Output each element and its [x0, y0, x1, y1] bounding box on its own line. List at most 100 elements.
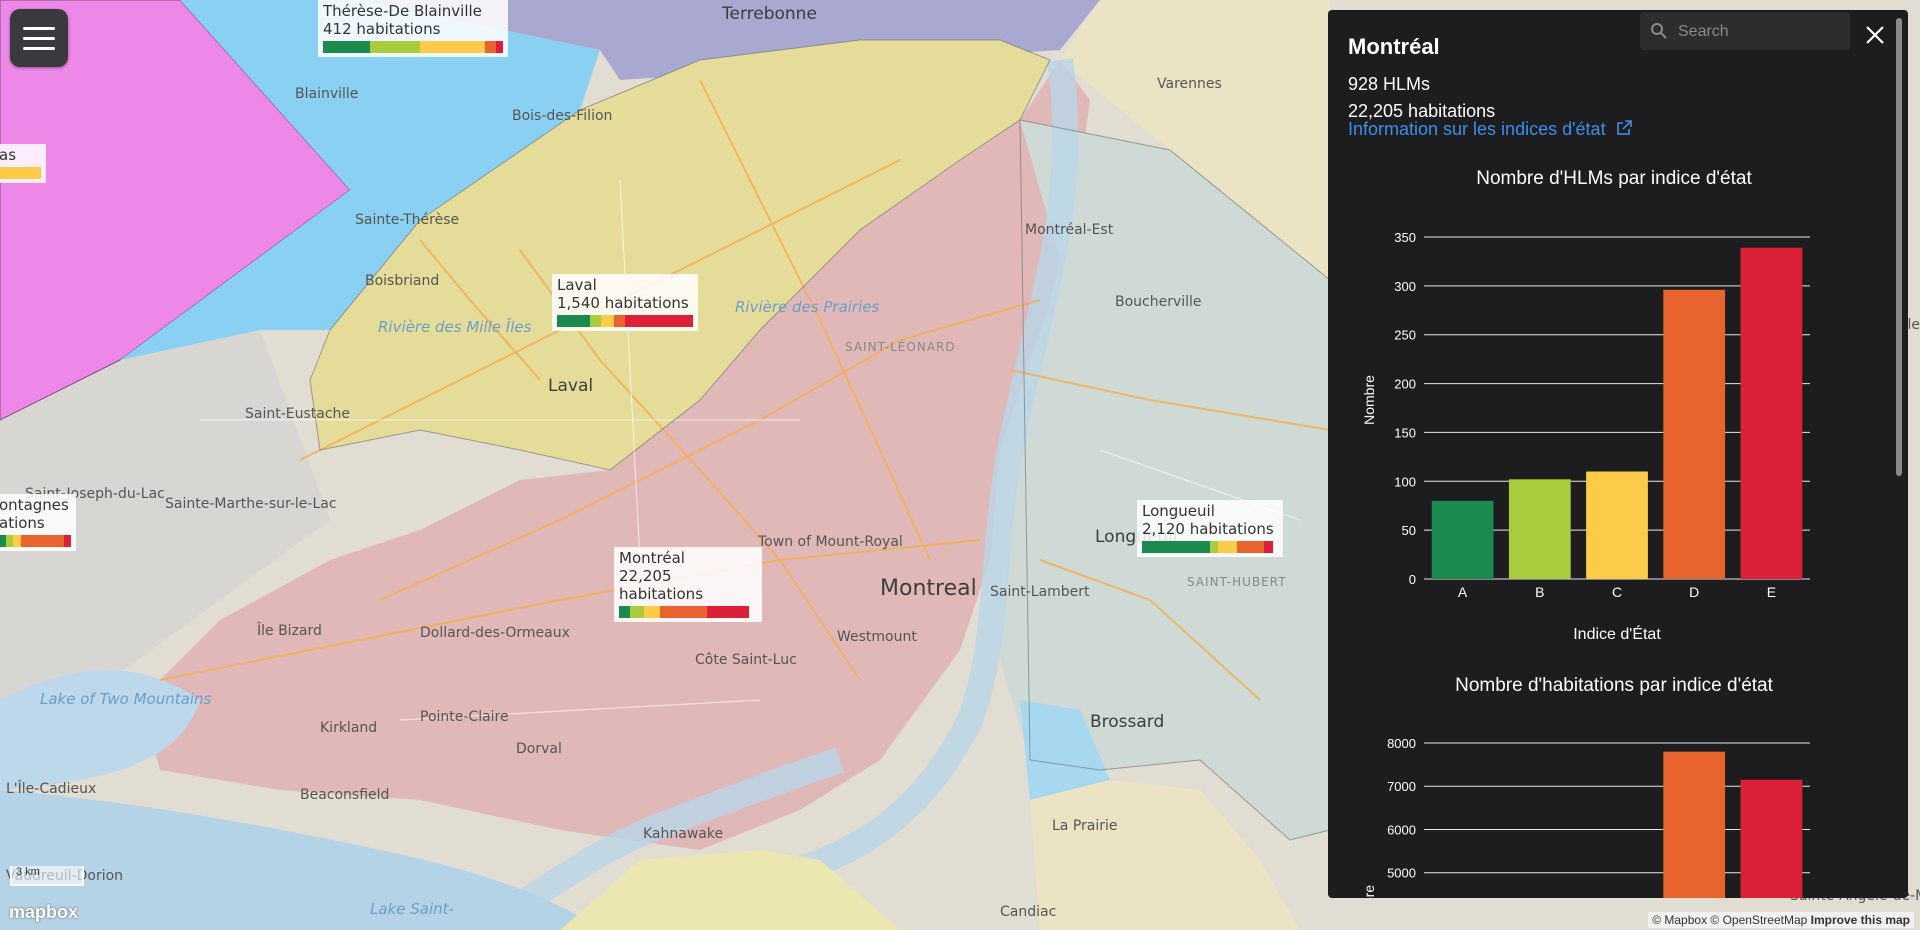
place-label: Brossard: [1090, 712, 1165, 732]
place-label: Saint-Lambert: [990, 584, 1090, 600]
y-tick-label: 350: [1394, 230, 1416, 245]
region-label[interactable]: Thérèse-De Blainville 412 habitations: [318, 0, 508, 57]
condition-index-bar: [619, 606, 757, 618]
y-tick-label: 0: [1409, 572, 1416, 587]
mapbox-logo-text: mapbox: [9, 902, 79, 922]
place-label: Blainville: [295, 86, 359, 102]
region-label[interactable]: Laval 1,540 habitations: [552, 274, 698, 331]
place-label: Dorval: [516, 741, 562, 757]
region-label[interactable]: Longueuil 2,120 habitations: [1137, 500, 1283, 557]
place-label: Sainte-Thérèse: [355, 212, 460, 228]
region-label[interactable]: ontagnes ations: [0, 494, 76, 551]
condition-bar-segment: [20, 535, 64, 547]
condition-bar-segment: [643, 606, 661, 618]
region-units: 22,205 habitations: [619, 567, 704, 603]
place-label: Terrebonne: [722, 4, 817, 24]
condition-bar-segment: [589, 315, 601, 327]
place-label: Saint-Eustache: [245, 406, 351, 422]
place-label: L'Île-Cadieux: [6, 781, 97, 797]
region-units: 1,540 habitations: [557, 294, 689, 312]
chart2-title: Nombre d'habitations par indice d'état: [1455, 675, 1773, 696]
place-label: Town of Mount-Royal: [758, 534, 903, 550]
bar-B: [1508, 479, 1571, 579]
place-label: Beaconsfield: [300, 787, 390, 803]
search-box[interactable]: [1640, 12, 1850, 50]
y-tick-label: 200: [1394, 377, 1416, 392]
region-name: ontagnes: [0, 496, 69, 514]
y-axis-label: bre: [1361, 885, 1377, 898]
x-axis-label: Indice d'État: [1573, 624, 1661, 640]
panel-scrollbar[interactable]: [1896, 18, 1902, 476]
condition-bar-segment: [13, 535, 21, 547]
mapbox-logo[interactable]: mapbox: [9, 902, 78, 923]
x-tick-label: D: [1689, 584, 1699, 600]
improve-map-link[interactable]: Improve this map: [1811, 913, 1910, 927]
info-link[interactable]: Information sur les indices d'état: [1348, 119, 1633, 140]
y-axis-label: Nombre: [1361, 375, 1377, 425]
condition-bar-segment: [557, 315, 590, 327]
region-label[interactable]: as: [0, 144, 46, 183]
place-label: Varennes: [1157, 76, 1222, 92]
condition-index-bar: [557, 315, 693, 327]
place-label: Kahnawake: [643, 826, 724, 842]
bar-E: [1740, 779, 1803, 898]
region-name: Thérèse-De Blainville: [323, 2, 482, 20]
y-tick-label: 5000: [1387, 866, 1416, 881]
condition-bar-segment: [495, 41, 503, 53]
place-label: Île Bizard: [257, 623, 322, 639]
region-name: Laval: [557, 276, 597, 294]
condition-bar-segment: [624, 315, 693, 327]
condition-bar-segment: [619, 606, 631, 618]
place-label: Lake of Two Mountains: [40, 690, 212, 708]
bar-C: [1586, 471, 1648, 579]
y-tick-label: 50: [1402, 523, 1416, 538]
chart1-title: Nombre d'HLMs par indice d'état: [1476, 168, 1752, 189]
condition-bar-segment: [484, 41, 496, 53]
place-label: Boisbriand: [365, 273, 440, 289]
region-label[interactable]: Montréal 22,205 habitations: [614, 547, 762, 622]
place-label: Côte Saint-Luc: [695, 652, 797, 668]
place-label: Sainte-Marthe-sur-le-Lac: [165, 496, 337, 512]
y-tick-label: 100: [1394, 474, 1416, 489]
condition-bar-segment: [420, 41, 485, 53]
map-scale-bar: 3 km: [10, 866, 84, 886]
y-tick-label: 250: [1394, 328, 1416, 343]
place-label: Laval: [548, 376, 594, 396]
region-units: 2,120 habitations: [1142, 520, 1274, 538]
region-name: as: [0, 146, 17, 164]
y-tick-label: 6000: [1387, 822, 1416, 837]
condition-bar-segment: [660, 606, 708, 618]
condition-bar-segment: [1218, 541, 1238, 553]
place-label: Rivière des Mille Îles: [378, 318, 532, 336]
info-link-text: Information sur les indices d'état: [1348, 119, 1606, 139]
place-label: Kirkland: [320, 720, 378, 736]
condition-bar-segment: [1237, 541, 1265, 553]
condition-bar-segment: [323, 41, 370, 53]
place-label: Montréal-Est: [1025, 222, 1114, 238]
bar-A: [1431, 500, 1494, 579]
place-label: Lake Saint-: [370, 900, 454, 918]
menu-button[interactable]: [10, 9, 68, 67]
condition-bar-segment: [63, 535, 71, 547]
units-by-index-chart: 5000 6000 7000 8000 bre: [1361, 736, 1810, 898]
search-icon: [1651, 23, 1667, 39]
place-label: SAINT-LÉONARD: [845, 340, 956, 354]
x-tick-label: A: [1458, 584, 1468, 600]
search-input[interactable]: [1676, 19, 1845, 45]
condition-bar-segment: [1210, 541, 1219, 553]
hlm-by-index-chart: 0 50 100 150 200 250 300 350 A B C D E Nombre Indice d…: [1361, 230, 1810, 640]
y-tick-label: 8000: [1387, 736, 1416, 751]
condition-bar-segment: [707, 606, 749, 618]
place-label: Montreal: [880, 576, 977, 601]
region-name: Montréal: [619, 549, 685, 567]
place-label: Boucherville: [1115, 294, 1202, 310]
condition-bar-segment: [1264, 541, 1273, 553]
condition-index-bar: [0, 535, 71, 547]
region-units: ations: [0, 514, 45, 532]
condition-bar-segment: [630, 606, 644, 618]
region-name: Longueuil: [1142, 502, 1215, 520]
close-icon[interactable]: [1864, 24, 1886, 46]
y-tick-label: 150: [1394, 425, 1416, 440]
map-attribution: © Mapbox © OpenStreetMap Improve this ma…: [1648, 912, 1914, 928]
x-tick-label: B: [1535, 584, 1544, 600]
